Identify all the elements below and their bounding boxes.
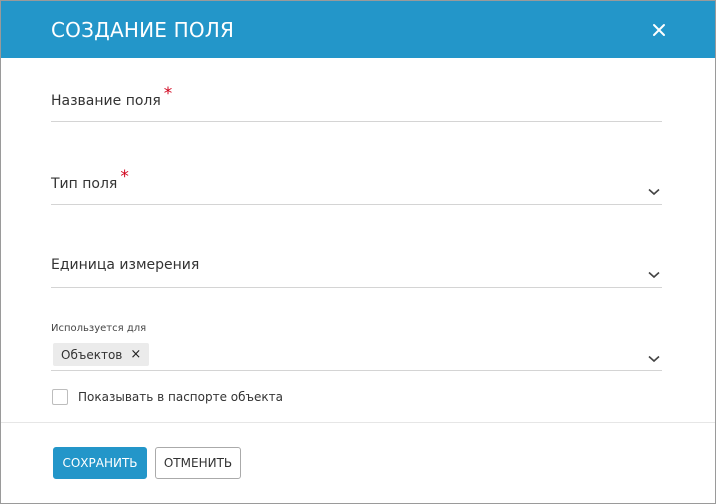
field-name-input[interactable]: Название поля *	[51, 84, 662, 122]
show-in-passport-checkbox[interactable]	[52, 389, 68, 405]
create-field-dialog: СОЗДАНИЕ ПОЛЯ Название поля * Тип поля * Е…	[0, 0, 716, 504]
save-button[interactable]: СОХРАНИТЬ	[53, 447, 147, 479]
chip-remove-icon[interactable]: ×	[130, 348, 141, 361]
dialog-header: СОЗДАНИЕ ПОЛЯ	[1, 1, 715, 58]
chevron-down-icon	[648, 271, 660, 279]
close-button[interactable]	[649, 20, 669, 40]
field-unit-label: Единица измерения	[51, 257, 200, 273]
used-for-label: Используется для	[51, 323, 147, 334]
used-for-chip: Объектов ×	[53, 343, 150, 366]
field-unit-select[interactable]: Единица измерения	[51, 251, 662, 288]
show-in-passport-label: Показывать в паспорте объекта	[78, 390, 283, 404]
show-in-passport-row[interactable]: Показывать в паспорте объекта	[52, 389, 283, 405]
dialog-title: СОЗДАНИЕ ПОЛЯ	[51, 18, 235, 42]
field-type-select[interactable]: Тип поля *	[51, 167, 662, 205]
close-icon	[653, 24, 665, 36]
field-type-label: Тип поля	[51, 176, 118, 192]
chevron-down-icon	[648, 355, 660, 363]
footer-divider	[1, 422, 715, 423]
required-mark: *	[120, 167, 129, 187]
cancel-button[interactable]: ОТМЕНИТЬ	[155, 447, 241, 479]
required-mark: *	[163, 84, 173, 104]
chip-label: Объектов	[61, 347, 123, 362]
field-name-label: Название поля	[51, 93, 161, 109]
chevron-down-icon	[648, 188, 660, 196]
